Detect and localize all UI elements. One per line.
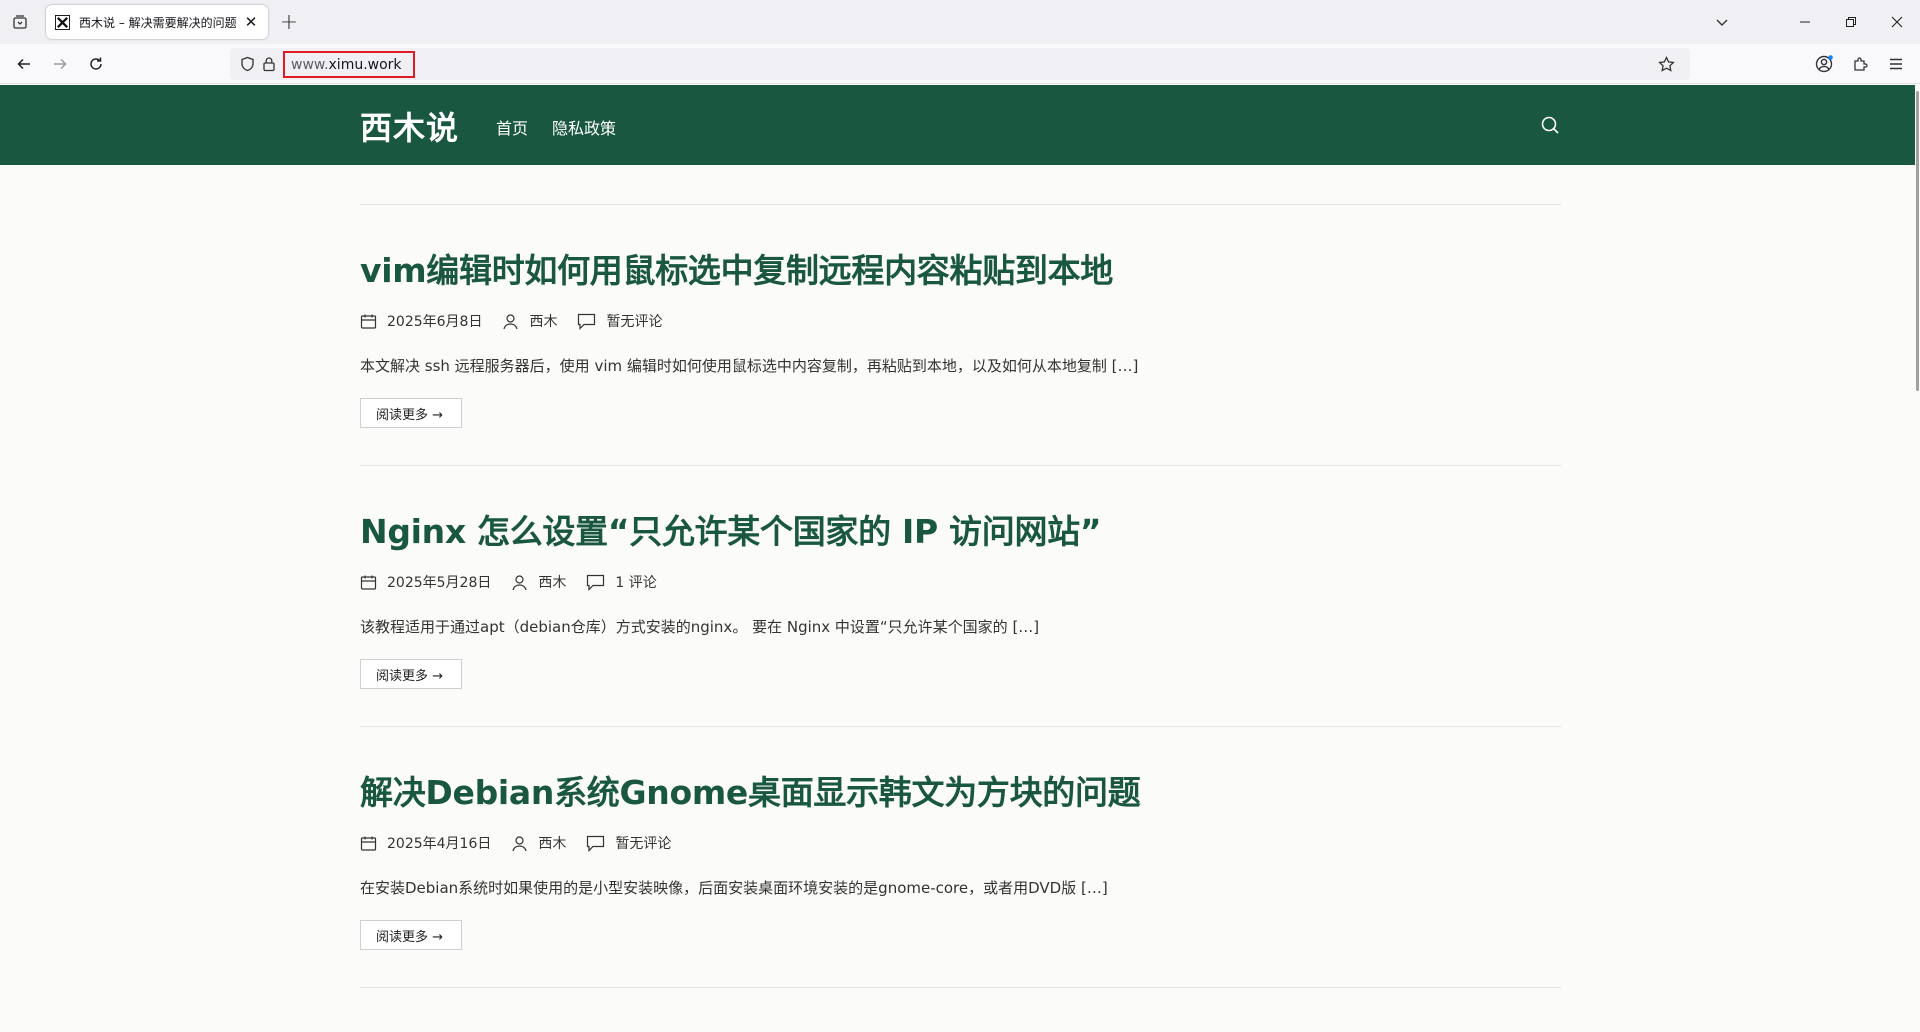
site-search-button[interactable] [1538, 113, 1562, 137]
close-window-button[interactable] [1874, 0, 1920, 44]
account-button[interactable] [1810, 50, 1838, 78]
forward-button[interactable] [46, 50, 74, 78]
user-icon [503, 313, 519, 329]
post-date-text[interactable]: 2025年4月16日 [387, 833, 491, 853]
minimize-icon [1800, 21, 1810, 23]
close-icon [1891, 16, 1903, 28]
post-comments: 暂无评论 [577, 311, 662, 331]
post-author: 西木 [511, 572, 566, 592]
chevron-down-icon [1716, 19, 1728, 26]
restore-button[interactable] [1828, 0, 1874, 44]
post-date-text[interactable]: 2025年5月28日 [387, 572, 491, 592]
post-comments: 1 评论 [586, 572, 657, 592]
post-excerpt: 在安装Debian系统时如果使用的是小型安装映像，后面安装桌面环境安装的是gno… [360, 879, 1108, 897]
calendar-icon [360, 575, 377, 590]
back-button[interactable] [10, 50, 38, 78]
post-title[interactable]: 解决Debian系统Gnome桌面显示韩文为方块的问题 [360, 766, 1141, 814]
site-logo[interactable]: 西木说 [360, 103, 459, 149]
read-more-button[interactable]: 阅读更多 → [360, 659, 463, 689]
arrow-right-icon [54, 58, 67, 70]
reload-button[interactable] [82, 50, 110, 78]
post-date-text[interactable]: 2025年6月8日 [387, 311, 482, 331]
comment-icon [587, 574, 605, 591]
post-date: 2025年6月8日 [360, 311, 482, 331]
url-text[interactable]: www. ximu.work [283, 51, 415, 78]
post-comments-text[interactable]: 暂无评论 [615, 833, 671, 853]
post-excerpt: 该教程适用于通过apt（debian仓库）方式安装的nginx。 要在 Ngin… [360, 618, 1040, 636]
url-bar[interactable]: www. ximu.work [230, 48, 1690, 80]
post-comments-text[interactable]: 1 评论 [615, 572, 656, 592]
post-comments-text[interactable]: 暂无评论 [606, 311, 662, 331]
puzzle-icon [1853, 56, 1868, 71]
reload-icon [90, 57, 102, 70]
account-icon [1815, 55, 1833, 73]
tab-list-button[interactable] [6, 8, 34, 36]
post-item: Nginx 怎么设置“只允许某个国家的 IP 访问网站” 2025年5月28日 … [360, 466, 1561, 726]
post-item: vim编辑时如何用鼠标选中复制远程内容粘贴到本地 2025年6月8日 西木 暂无… [360, 205, 1561, 465]
hamburger-menu-icon [1890, 58, 1902, 70]
post-author: 西木 [502, 311, 557, 331]
url-prefix: www. [291, 56, 329, 73]
arrow-left-icon [17, 58, 30, 70]
site-favicon-icon [54, 14, 71, 31]
minimize-button[interactable] [1782, 0, 1828, 44]
post-author-text[interactable]: 西木 [529, 311, 557, 331]
post-date: 2025年4月16日 [360, 833, 491, 853]
site-nav: 首页 隐私政策 [496, 115, 616, 139]
post-meta: 2025年6月8日 西木 暂无评论 [360, 311, 682, 331]
restore-icon [1846, 17, 1856, 27]
user-icon [512, 574, 527, 590]
post-author: 西木 [511, 833, 566, 853]
extensions-button[interactable] [1846, 50, 1874, 78]
tab-title: 西木说 – 解决需要解决的问题 [79, 15, 237, 30]
user-icon [512, 835, 527, 851]
browser-tab-bar: 西木说 – 解决需要解决的问题 ✕ + [0, 0, 1920, 44]
post-title[interactable]: Nginx 怎么设置“只允许某个国家的 IP 访问网站” [360, 505, 1102, 553]
browser-nav-bar: www. ximu.work [0, 44, 1920, 84]
tab-close-icon[interactable]: ✕ [242, 13, 260, 31]
comment-icon [587, 835, 605, 852]
post-list: vim编辑时如何用鼠标选中复制远程内容粘贴到本地 2025年6月8日 西木 暂无… [360, 204, 1561, 988]
site-header: 西木说 首页 隐私政策 [0, 85, 1915, 165]
post-comments: 暂无评论 [586, 833, 671, 853]
read-more-button[interactable]: 阅读更多 → [360, 920, 463, 950]
tab-overflow-button[interactable] [1710, 10, 1734, 34]
menu-button[interactable] [1882, 50, 1910, 78]
search-icon [1541, 116, 1559, 134]
page-scrollbar[interactable] [1915, 85, 1920, 1032]
post-title[interactable]: vim编辑时如何用鼠标选中复制远程内容粘贴到本地 [360, 244, 1113, 292]
post-meta: 2025年4月16日 西木 暂无评论 [360, 833, 691, 853]
list-all-tabs-icon [13, 15, 27, 29]
scrollbar-thumb[interactable] [1916, 91, 1919, 391]
read-more-button[interactable]: 阅读更多 → [360, 398, 463, 428]
divider [360, 987, 1561, 988]
post-item: 解决Debian系统Gnome桌面显示韩文为方块的问题 2025年4月16日 西… [360, 727, 1561, 987]
url-host: ximu.work [328, 56, 402, 73]
post-excerpt: 本文解决 ssh 远程服务器后，使用 vim 编辑时如何使用鼠标选中内容复制，再… [360, 357, 1139, 375]
tracking-shield-icon[interactable] [238, 55, 256, 73]
post-date: 2025年5月28日 [360, 572, 491, 592]
active-tab[interactable]: 西木说 – 解决需要解决的问题 ✕ [46, 5, 268, 39]
bookmark-star-icon[interactable] [1656, 54, 1676, 74]
calendar-icon [360, 836, 377, 851]
nav-item-home[interactable]: 首页 [496, 115, 528, 139]
nav-item-privacy-policy[interactable]: 隐私政策 [552, 115, 616, 139]
calendar-icon [360, 314, 377, 329]
comment-icon [578, 313, 596, 330]
post-meta: 2025年5月28日 西木 1 评论 [360, 572, 677, 592]
post-author-text[interactable]: 西木 [538, 833, 566, 853]
new-tab-button[interactable]: + [276, 9, 302, 35]
lock-icon[interactable] [260, 55, 278, 73]
post-author-text[interactable]: 西木 [538, 572, 566, 592]
